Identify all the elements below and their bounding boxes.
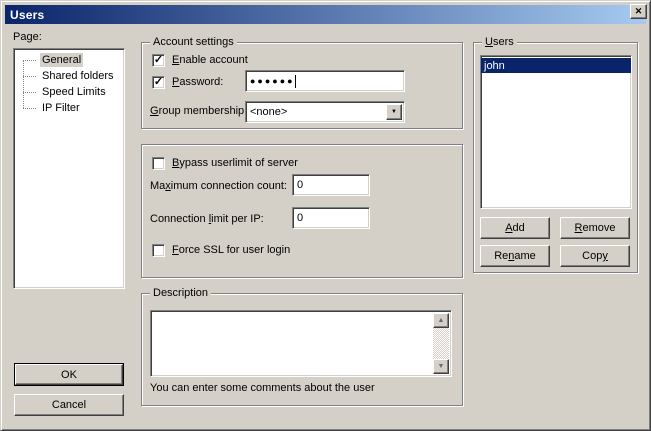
force-ssl-checkbox[interactable] [152, 244, 165, 257]
group-membership-label: Group membership: [150, 105, 247, 117]
ok-button-rim: OK [14, 363, 124, 386]
description-textarea[interactable]: ▲ ▼ [150, 310, 452, 377]
add-button-label: Add [505, 222, 525, 234]
conn-limit-ip-label: Connection limit per IP: [150, 213, 264, 225]
enable-account-label: Enable account [172, 54, 248, 66]
page-tree[interactable]: General Shared folders Speed Limits IP F… [13, 48, 125, 289]
users-listbox[interactable]: john [480, 55, 632, 209]
tree-item-label: General [40, 53, 83, 67]
rename-button[interactable]: Rename [480, 245, 550, 267]
window-title: Users [10, 8, 44, 22]
tree-connector [23, 108, 36, 109]
max-connection-input[interactable]: 0 [292, 174, 370, 196]
bypass-userlimit-checkbox[interactable] [152, 157, 165, 170]
check-icon: ✓ [154, 55, 163, 65]
dropdown-button[interactable]: ▼ [386, 104, 402, 120]
tree-item-shared-folders[interactable]: Shared folders [14, 68, 124, 84]
bypass-userlimit-row: Bypass userlimit of server [152, 156, 298, 170]
ok-button-label: OK [61, 369, 77, 381]
remove-button-label: Remove [575, 222, 616, 234]
tree-item-label: IP Filter [40, 101, 82, 115]
scroll-down-button[interactable]: ▼ [433, 359, 449, 374]
scroll-up-icon: ▲ [438, 317, 445, 324]
force-ssl-label: Force SSL for user login [172, 244, 290, 256]
max-connection-value: 0 [297, 179, 303, 191]
copy-button-label: Copy [582, 250, 608, 262]
tree-connector [23, 60, 36, 61]
password-value: ●●●●●● [250, 76, 295, 86]
text-caret [295, 75, 296, 88]
ok-button[interactable]: OK [15, 364, 123, 385]
group-membership-select[interactable]: <none> ▼ [245, 101, 405, 123]
password-label: Password: [172, 76, 223, 88]
description-group: Description ▲ ▼ You can enter some comme… [141, 293, 463, 406]
users-group: Users john Add Remove Rename Copy [473, 42, 638, 273]
chevron-down-icon: ▼ [391, 109, 397, 115]
user-list-item[interactable]: john [481, 58, 631, 73]
tree-item-label: Shared folders [40, 69, 116, 83]
account-settings-title: Account settings [150, 35, 237, 49]
password-checkbox[interactable]: ✓ [152, 76, 165, 89]
scrollbar-track[interactable] [433, 328, 449, 359]
scroll-up-button[interactable]: ▲ [433, 313, 449, 328]
tree-item-speed-limits[interactable]: Speed Limits [14, 84, 124, 100]
conn-limit-ip-input[interactable]: 0 [292, 207, 370, 229]
conn-limit-ip-value: 0 [297, 212, 303, 224]
rename-button-label: Rename [494, 250, 536, 262]
tree-item-ip-filter[interactable]: IP Filter [14, 100, 124, 116]
cancel-button[interactable]: Cancel [14, 394, 124, 416]
cancel-button-label: Cancel [52, 399, 86, 411]
vertical-scrollbar[interactable]: ▲ ▼ [433, 313, 449, 374]
check-icon: ✓ [154, 77, 163, 87]
bypass-userlimit-label: Bypass userlimit of server [172, 157, 298, 169]
scroll-down-icon: ▼ [438, 363, 445, 370]
connection-limits-group: Bypass userlimit of server Maximum conne… [141, 144, 463, 278]
force-ssl-row: Force SSL for user login [152, 243, 290, 257]
tree-connector [23, 92, 36, 93]
close-button[interactable]: ✕ [630, 4, 647, 19]
add-button[interactable]: Add [480, 217, 550, 239]
password-input[interactable]: ●●●●●● [245, 70, 405, 92]
page-label: Page: [13, 31, 42, 43]
users-dialog: Users ✕ Page: General Shared folders Spe… [0, 0, 651, 431]
enable-account-checkbox[interactable]: ✓ [152, 54, 165, 67]
description-title: Description [150, 286, 211, 300]
tree-item-general[interactable]: General [14, 52, 124, 68]
max-connection-label: Maximum connection count: [150, 180, 287, 192]
enable-account-row: ✓ Enable account [152, 53, 248, 67]
users-group-title: Users [482, 35, 517, 49]
close-icon: ✕ [635, 7, 643, 16]
account-settings-group: Account settings ✓ Enable account ✓ Pass… [141, 42, 463, 129]
group-membership-value: <none> [250, 106, 287, 118]
copy-button[interactable]: Copy [560, 245, 630, 267]
titlebar[interactable]: Users [5, 5, 646, 24]
description-hint: You can enter some comments about the us… [150, 382, 375, 394]
remove-button[interactable]: Remove [560, 217, 630, 239]
tree-item-label: Speed Limits [40, 85, 108, 99]
tree-connector [23, 76, 36, 77]
user-name: john [484, 60, 505, 72]
password-row: ✓ Password: [152, 75, 223, 89]
